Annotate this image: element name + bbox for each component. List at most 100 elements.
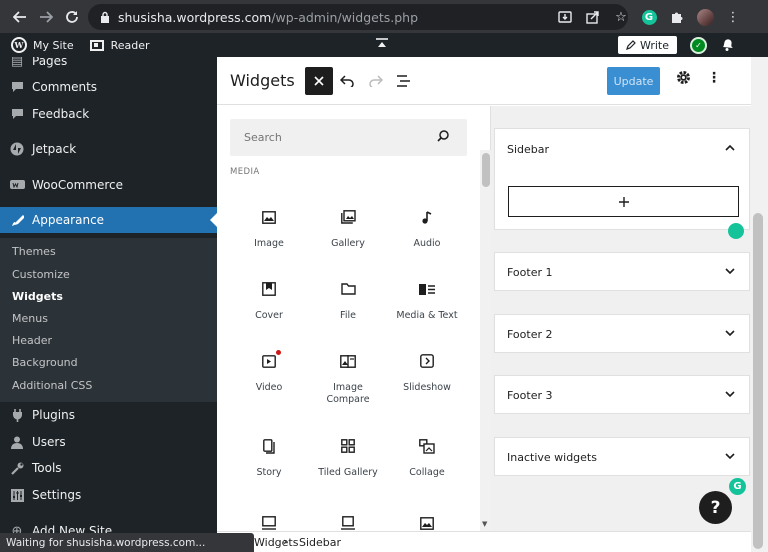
block-item-media-text[interactable]: Media & Text <box>392 280 462 322</box>
add-block-button[interactable] <box>508 186 739 217</box>
submenu-item-background[interactable]: Background <box>12 356 78 369</box>
block-label: Image <box>254 238 284 249</box>
lock-icon <box>101 11 109 23</box>
install-app-icon[interactable] <box>554 6 576 28</box>
settings-gear-icon[interactable] <box>676 70 691 89</box>
sidebar-item-tools[interactable]: Tools <box>0 458 217 478</box>
new-indicator-dot <box>276 350 281 355</box>
widget-area-footer-2[interactable]: Footer 2 <box>494 314 750 353</box>
sidebar-item-label: Settings <box>32 488 82 502</box>
block-item-image-compare[interactable]: Image Compare <box>313 352 383 406</box>
block-item-story[interactable]: Story <box>234 437 304 479</box>
browser-menu-icon[interactable]: ⋮ <box>722 6 744 28</box>
widget-area-title: Footer 3 <box>507 389 553 402</box>
submenu-item-themes[interactable]: Themes <box>12 245 56 258</box>
block-item-audio[interactable]: Audio <box>392 208 462 250</box>
widget-area-title: Sidebar <box>507 143 550 156</box>
scroll-down-arrow-icon[interactable]: ▼ <box>482 520 487 528</box>
help-button[interactable]: ? <box>699 491 732 524</box>
page-scrollbar[interactable] <box>751 57 768 552</box>
block-item-video[interactable]: Video <box>234 350 304 394</box>
my-site-label: My Site <box>33 38 74 52</box>
grammarly-extension-button[interactable]: G <box>638 6 660 28</box>
collapse-toggle-icon[interactable] <box>376 38 388 51</box>
sidebar-item-jetpack[interactable]: Jetpack <box>0 139 217 159</box>
block-label: File <box>340 310 356 321</box>
write-label: Write <box>639 38 670 52</box>
breadcrumb-item-sidebar[interactable]: Sidebar <box>299 536 341 549</box>
chevron-down-icon[interactable] <box>725 388 735 401</box>
sidebar-item-feedback[interactable]: Feedback <box>0 104 217 124</box>
sidebar-item-label: Feedback <box>32 107 90 121</box>
extensions-puzzle-icon[interactable] <box>666 6 688 28</box>
submenu-item-additional-css[interactable]: Additional CSS <box>12 379 92 392</box>
sidebar-item-appearance[interactable]: Appearance <box>0 207 217 233</box>
page-scroll-thumb[interactable] <box>753 213 763 549</box>
list-view-button[interactable] <box>393 71 413 91</box>
notifications-bell-icon[interactable] <box>720 37 736 53</box>
widget-area-footer-3[interactable]: Footer 3 <box>494 375 750 414</box>
category-heading: MEDIA <box>230 167 260 177</box>
sidebar-item-label: Jetpack <box>32 142 77 156</box>
undo-button[interactable] <box>337 71 357 91</box>
media-text-icon <box>418 280 436 298</box>
jetpack-icon <box>9 141 25 157</box>
podcast-icon <box>339 514 357 532</box>
block-item-image[interactable]: Image <box>234 208 304 250</box>
widget-area-sidebar[interactable]: Sidebar <box>494 128 750 239</box>
editor-header: Widgets Update ⋮ <box>217 57 751 105</box>
options-menu-icon[interactable]: ⋮ <box>707 70 721 86</box>
block-item-file[interactable]: File <box>313 280 383 322</box>
reader-link[interactable]: Reader <box>74 33 150 57</box>
submenu-item-header[interactable]: Header <box>12 334 52 347</box>
address-bar[interactable]: shusisha.wordpress.com/wp-admin/widgets.… <box>88 4 628 30</box>
url-path: /wp-admin/widgets.php <box>271 9 419 25</box>
block-item-gallery[interactable]: Gallery <box>313 208 383 250</box>
block-search-input[interactable] <box>230 131 420 144</box>
submenu-item-menus[interactable]: Menus <box>12 312 48 325</box>
reload-icon[interactable] <box>61 6 83 28</box>
block-item-partial[interactable] <box>234 514 304 532</box>
block-item-slideshow[interactable]: Slideshow <box>392 352 462 394</box>
chevron-down-icon[interactable] <box>725 450 735 463</box>
block-item-partial[interactable] <box>313 514 383 532</box>
forward-icon[interactable] <box>35 6 57 28</box>
bookmark-star-icon[interactable]: ☆ <box>610 6 632 28</box>
sidebar-item-label: Appearance <box>32 213 105 227</box>
breadcrumb-item-widgets[interactable]: Widgets <box>254 536 298 549</box>
submenu-item-customize[interactable]: Customize <box>12 268 70 281</box>
close-inserter-button[interactable] <box>305 67 333 95</box>
widget-area-footer-1[interactable]: Footer 1 <box>494 252 750 291</box>
chevron-up-icon[interactable] <box>725 141 735 154</box>
sidebar-item-label: Comments <box>32 80 98 94</box>
write-button[interactable]: Write <box>618 36 677 54</box>
sidebar-item-comments[interactable]: Comments <box>0 77 217 97</box>
chevron-down-icon[interactable] <box>725 265 735 278</box>
sidebar-item-pages[interactable]: ▤ Pages <box>0 57 217 71</box>
sidebar-item-settings[interactable]: Settings <box>0 485 217 505</box>
update-button[interactable]: Update <box>607 67 660 95</box>
back-icon[interactable] <box>9 6 31 28</box>
my-site-link[interactable]: W My Site <box>0 33 74 57</box>
inserter-scrollbar[interactable] <box>480 150 491 531</box>
image-icon <box>260 208 278 226</box>
block-item-collage[interactable]: Collage <box>392 437 462 479</box>
widget-area-inactive-widgets[interactable]: Inactive widgets <box>494 437 750 476</box>
inserter-scroll-thumb[interactable] <box>482 153 490 187</box>
grammarly-icon[interactable]: G <box>729 478 746 495</box>
sidebar-item-users[interactable]: Users <box>0 432 217 452</box>
block-item-cover[interactable]: Cover <box>234 280 304 322</box>
block-item-tiled-gallery[interactable]: Tiled Gallery <box>313 437 383 479</box>
share-icon[interactable] <box>582 6 604 28</box>
redo-button[interactable] <box>365 71 385 91</box>
profile-button[interactable] <box>694 6 716 28</box>
site-status-icon[interactable]: ✓ <box>690 37 707 54</box>
sidebar-item-woocommerce[interactable]: WooCommerce <box>0 175 217 195</box>
sidebar-item-plugins[interactable]: Plugins <box>0 405 217 425</box>
widget-area-title: Footer 1 <box>507 266 553 279</box>
block-item-partial[interactable] <box>392 514 462 532</box>
tools-icon <box>9 460 25 476</box>
chevron-down-icon[interactable] <box>725 327 735 340</box>
browser-toolbar: shusisha.wordpress.com/wp-admin/widgets.… <box>0 0 768 33</box>
submenu-item-widgets[interactable]: Widgets <box>12 290 63 303</box>
